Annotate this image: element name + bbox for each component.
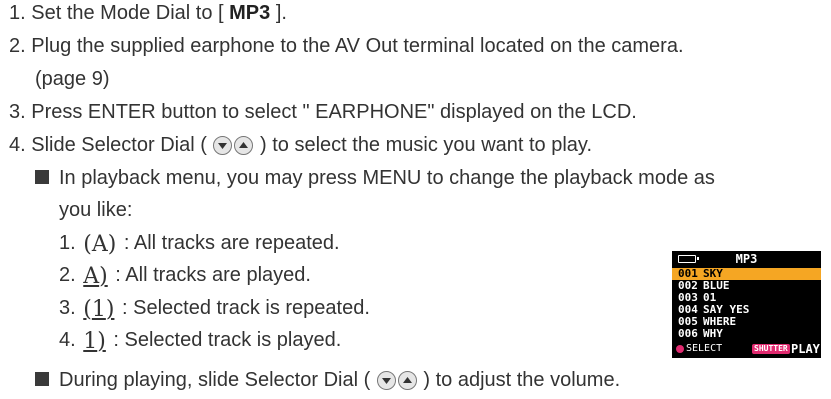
- step-number: 3.: [9, 101, 26, 123]
- lcd-header: MP3: [672, 251, 821, 267]
- track-list: 001 SKY 002 BLUE 003 01 004 SAY YES 005 WHERE…: [672, 268, 821, 340]
- step-number: 1.: [9, 2, 26, 24]
- step-4: 4. Slide Selector Dial ( ) to select the…: [9, 132, 592, 158]
- step-text: ].: [270, 2, 287, 24]
- step-text: Plug the supplied earphone to the AV Out…: [31, 35, 684, 57]
- select-label: SELECT: [686, 343, 723, 354]
- step-number: 2.: [9, 35, 26, 57]
- mode-number: 4.: [59, 329, 76, 351]
- bullet-volume: During playing, slide Selector Dial ( ) …: [35, 367, 620, 393]
- mode-text: : All tracks are repeated.: [123, 232, 340, 254]
- page-reference: (page 9): [35, 68, 110, 90]
- mode-4: 4. 1) : Selected track is played.: [59, 327, 341, 355]
- bullet-text: ) to adjust the volume.: [423, 369, 621, 391]
- play-all-icon: A): [83, 264, 108, 289]
- repeat-all-icon: (A): [83, 232, 117, 257]
- play-one-icon: 1): [83, 329, 106, 354]
- step-2: 2. Plug the supplied earphone to the AV …: [9, 33, 684, 59]
- selector-dial-icon: [676, 345, 684, 353]
- mode-3: 3. (1) : Selected track is repeated.: [59, 295, 370, 323]
- step-3: 3. Press ENTER button to select " EARPHO…: [9, 99, 637, 125]
- bullet-square-icon: [35, 372, 49, 386]
- step-2-continued: (page 9): [35, 66, 110, 92]
- bullet-text: During playing, slide Selector Dial (: [59, 369, 371, 391]
- dial-up-icon: [234, 136, 254, 155]
- bullet-square-icon: [35, 170, 49, 184]
- track-row: 006 WHY: [678, 327, 723, 340]
- mode-name: MP3: [229, 2, 271, 24]
- mode-number: 3.: [59, 297, 76, 319]
- mode-text: : All tracks are played.: [115, 264, 311, 286]
- bullet-playback-menu: In playback menu, you may press MENU to …: [35, 165, 715, 191]
- dial-up-icon: [397, 371, 417, 390]
- lcd-screen: MP3 001 SKY 002 BLUE 003 01 004 SAY YES 005 W…: [672, 251, 821, 358]
- step-1: 1. Set the Mode Dial to [ MP3 ].: [9, 0, 287, 26]
- play-label: PLAY: [791, 342, 820, 356]
- step-number: 4.: [9, 134, 26, 156]
- lcd-title: MP3: [735, 252, 758, 266]
- step-text: Set the Mode Dial to [: [31, 2, 230, 24]
- mode-text: : Selected track is played.: [113, 329, 342, 351]
- bullet-playback-menu-continued: you like:: [59, 197, 132, 223]
- lcd-footer: SELECT SHUTTER PLAY: [672, 342, 821, 356]
- step-text: Slide Selector Dial (: [31, 134, 207, 156]
- mode-2: 2. A) : All tracks are played.: [59, 262, 311, 290]
- step-text: ) to select the music you want to play.: [260, 134, 593, 156]
- mode-number: 2.: [59, 264, 76, 286]
- dial-down-icon: [376, 371, 396, 390]
- bullet-text: you like:: [59, 199, 133, 221]
- mode-number: 1.: [59, 232, 76, 254]
- dial-down-icon: [213, 136, 233, 155]
- mode-1: 1. (A) : All tracks are repeated.: [59, 230, 340, 258]
- bullet-text: In playback menu, you may press MENU to …: [59, 167, 715, 189]
- shutter-label: SHUTTER: [752, 344, 790, 354]
- mode-text: : Selected track is repeated.: [122, 297, 370, 319]
- step-text: Press ENTER button to select " EARPHONE"…: [31, 101, 637, 123]
- repeat-one-icon: (1): [83, 297, 115, 322]
